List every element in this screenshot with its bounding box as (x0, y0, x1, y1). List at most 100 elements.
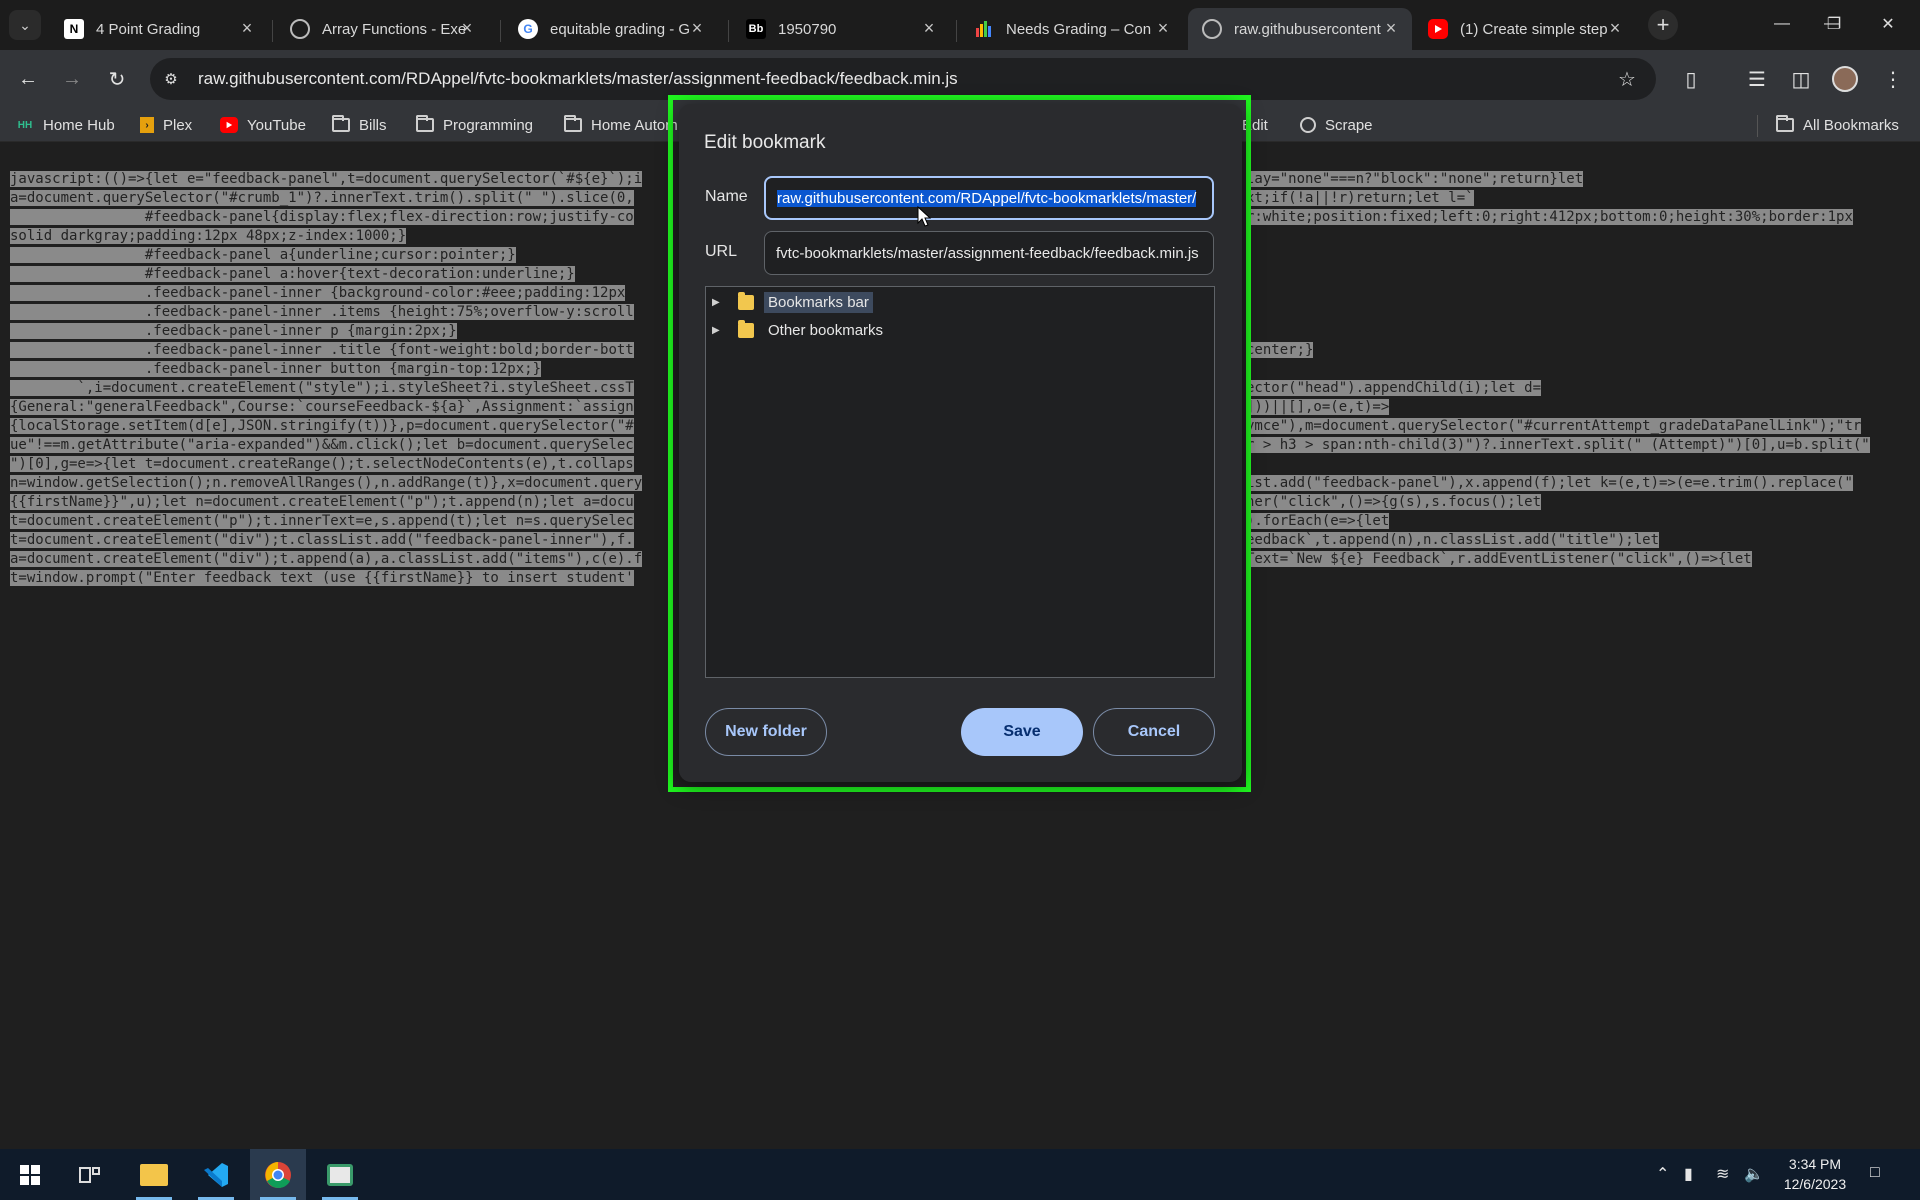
globe-icon (1202, 19, 1222, 39)
google-icon: G (518, 19, 538, 39)
forward-arrow-icon: → (62, 67, 82, 90)
tab-raw-githubusercontent[interactable]: raw.githubusercontent × (1188, 8, 1412, 50)
close-icon: ✕ (1881, 16, 1895, 33)
code-line: ist.add("feedback-panel"),x.append(f);le… (1246, 475, 1853, 491)
folder-icon (738, 291, 754, 310)
bookmarks-separator (1757, 115, 1758, 137)
recorder-icon (327, 1163, 353, 1186)
tab-equitable-grading[interactable]: G equitable grading - G × (504, 8, 718, 50)
puzzle-icon: ▯ (1685, 68, 1697, 91)
tab-create-simple-step[interactable]: (1) Create simple step × (1414, 8, 1636, 50)
code-line: center;} (1246, 342, 1314, 358)
bookmark-folder-programming[interactable]: Programming (416, 113, 533, 137)
new-tab-button[interactable]: + (1648, 10, 1678, 40)
file-explorer-icon (140, 1163, 168, 1186)
new-folder-button[interactable]: New folder (705, 708, 827, 756)
text-cursor-icon (917, 205, 932, 233)
folder-tree: ▶ Bookmarks bar ▶ Other bookmarks (705, 286, 1215, 678)
close-tab-icon[interactable]: × (686, 18, 708, 39)
address-bar[interactable]: ⚙ raw.githubusercontent.com/RDAppel/fvtc… (150, 58, 1656, 100)
chart-icon (974, 19, 994, 39)
code-line: n=window.getSelection();n.removeAllRange… (10, 475, 643, 491)
bookmark-youtube[interactable]: YouTube (220, 113, 306, 137)
site-info-icon[interactable]: ⚙ (154, 62, 188, 96)
tab-search-button[interactable]: ⌄ (9, 10, 41, 40)
close-tab-icon[interactable]: × (1152, 18, 1174, 39)
code-line: ymce"),m=document.querySelector("#curren… (1246, 418, 1862, 434)
tab-separator (728, 20, 729, 42)
bookmark-label: All Bookmarks (1803, 116, 1899, 134)
recorder-app-button[interactable] (312, 1149, 368, 1200)
forward-button[interactable]: → (57, 64, 87, 94)
folder-row-other-bookmarks[interactable]: ▶ Other bookmarks (706, 317, 887, 343)
chrome-button[interactable] (250, 1149, 306, 1200)
minimize-icon: — (1774, 15, 1790, 32)
bookmark-star-button[interactable]: ☆ (1612, 64, 1642, 94)
close-tab-icon[interactable]: × (918, 18, 940, 39)
code-line: .feedback-panel-inner .items {height:75%… (10, 304, 634, 320)
close-tab-icon[interactable]: × (456, 18, 478, 39)
system-clock[interactable]: 3:34 PM 12/6/2023 (1770, 1154, 1860, 1194)
tab-needs-grading[interactable]: Needs Grading – Con × (960, 8, 1184, 50)
code-line: javascript:(()=>{let e="feedback-panel",… (10, 171, 643, 187)
tab-array-functions[interactable]: Array Functions - Exe × (276, 8, 488, 50)
side-panel-icon: ◫ (1791, 68, 1811, 91)
extensions-button[interactable]: ▯ (1676, 64, 1706, 94)
restore-button[interactable]: ❐ (1804, 0, 1864, 48)
windows-icon (20, 1164, 40, 1185)
media-controls-button[interactable]: ☰ (1742, 64, 1772, 94)
side-panel-button[interactable]: ◫ (1786, 64, 1816, 94)
close-window-button[interactable]: ✕ (1858, 0, 1918, 48)
expand-arrow-icon[interactable]: ▶ (712, 297, 730, 308)
bookmark-folder-bills[interactable]: Bills (332, 113, 387, 137)
code-line: ector("head").appendChild(i);let d= (1246, 380, 1542, 396)
file-explorer-button[interactable] (126, 1149, 182, 1200)
notifications-button[interactable]: □ (1870, 1164, 1880, 1182)
back-button[interactable]: ← (13, 64, 43, 94)
vscode-icon (204, 1162, 228, 1187)
volume-muted-icon[interactable]: 🔈 (1744, 1164, 1764, 1184)
save-button[interactable]: Save (961, 708, 1083, 756)
bookmark-label: Programming (443, 116, 534, 134)
bookmark-scrape[interactable]: Scrape (1300, 113, 1373, 137)
code-line: #feedback-panel{display:flex;flex-direct… (10, 209, 634, 225)
name-field[interactable]: raw.githubusercontent.com/RDAppel/fvtc-b… (764, 176, 1214, 220)
bookmark-label: Scrape (1325, 116, 1373, 134)
battery-icon[interactable]: ▮ (1684, 1164, 1693, 1184)
close-tab-icon[interactable]: × (1604, 18, 1626, 39)
bookmark-plex[interactable]: › Plex (140, 113, 192, 137)
star-icon: ☆ (1618, 68, 1636, 91)
show-hidden-icons-button[interactable]: ⌃ (1656, 1164, 1669, 1184)
code-line: t=document.createElement("div");t.classL… (10, 532, 634, 548)
cancel-button[interactable]: Cancel (1093, 708, 1215, 756)
url-field[interactable]: fvtc-bookmarklets/master/assignment-feed… (764, 231, 1214, 275)
url-text: raw.githubusercontent.com/RDAppel/fvtc-b… (198, 69, 958, 88)
tab-separator (500, 20, 501, 42)
tab-1950790[interactable]: Bb 1950790 × (732, 8, 950, 50)
code-line: .feedback-panel-inner button {margin-top… (10, 361, 542, 377)
bookmark-home-hub[interactable]: HH Home Hub (16, 113, 115, 137)
name-field-value: raw.githubusercontent.com/RDAppel/fvtc-b… (777, 189, 1197, 207)
bookmark-folder-home-autom[interactable]: Home Autom (564, 113, 678, 137)
menu-button[interactable]: ⋮ (1878, 64, 1908, 94)
bookmark-label: Plex (163, 116, 193, 134)
reload-icon: ↻ (108, 68, 126, 91)
close-tab-icon[interactable]: × (236, 18, 258, 39)
code-line: ner("click",()=>{g(s),s.focus();let (1246, 494, 1542, 510)
profile-avatar[interactable] (1830, 64, 1860, 94)
expand-arrow-icon[interactable]: ▶ (712, 325, 730, 336)
code-line: ")[0],g=e=>{let t=document.createRange()… (10, 456, 634, 472)
close-tab-icon[interactable]: × (1380, 18, 1402, 39)
folder-row-bookmarks-bar[interactable]: ▶ Bookmarks bar (706, 289, 873, 315)
reload-button[interactable]: ↻ (102, 64, 132, 94)
youtube-icon (220, 117, 238, 133)
vscode-button[interactable] (188, 1149, 244, 1200)
tab-4-point-grading[interactable]: N 4 Point Grading × (50, 8, 268, 50)
start-button[interactable] (2, 1149, 58, 1200)
avatar (1832, 66, 1858, 92)
task-view-button[interactable] (62, 1149, 118, 1200)
bookmark-all-bookmarks[interactable]: All Bookmarks (1776, 113, 1899, 137)
minimize-button[interactable]: — (1752, 0, 1812, 48)
wifi-icon[interactable]: ≋ (1716, 1164, 1729, 1184)
code-line: t=document.createElement("p");t.innerTex… (10, 513, 634, 529)
